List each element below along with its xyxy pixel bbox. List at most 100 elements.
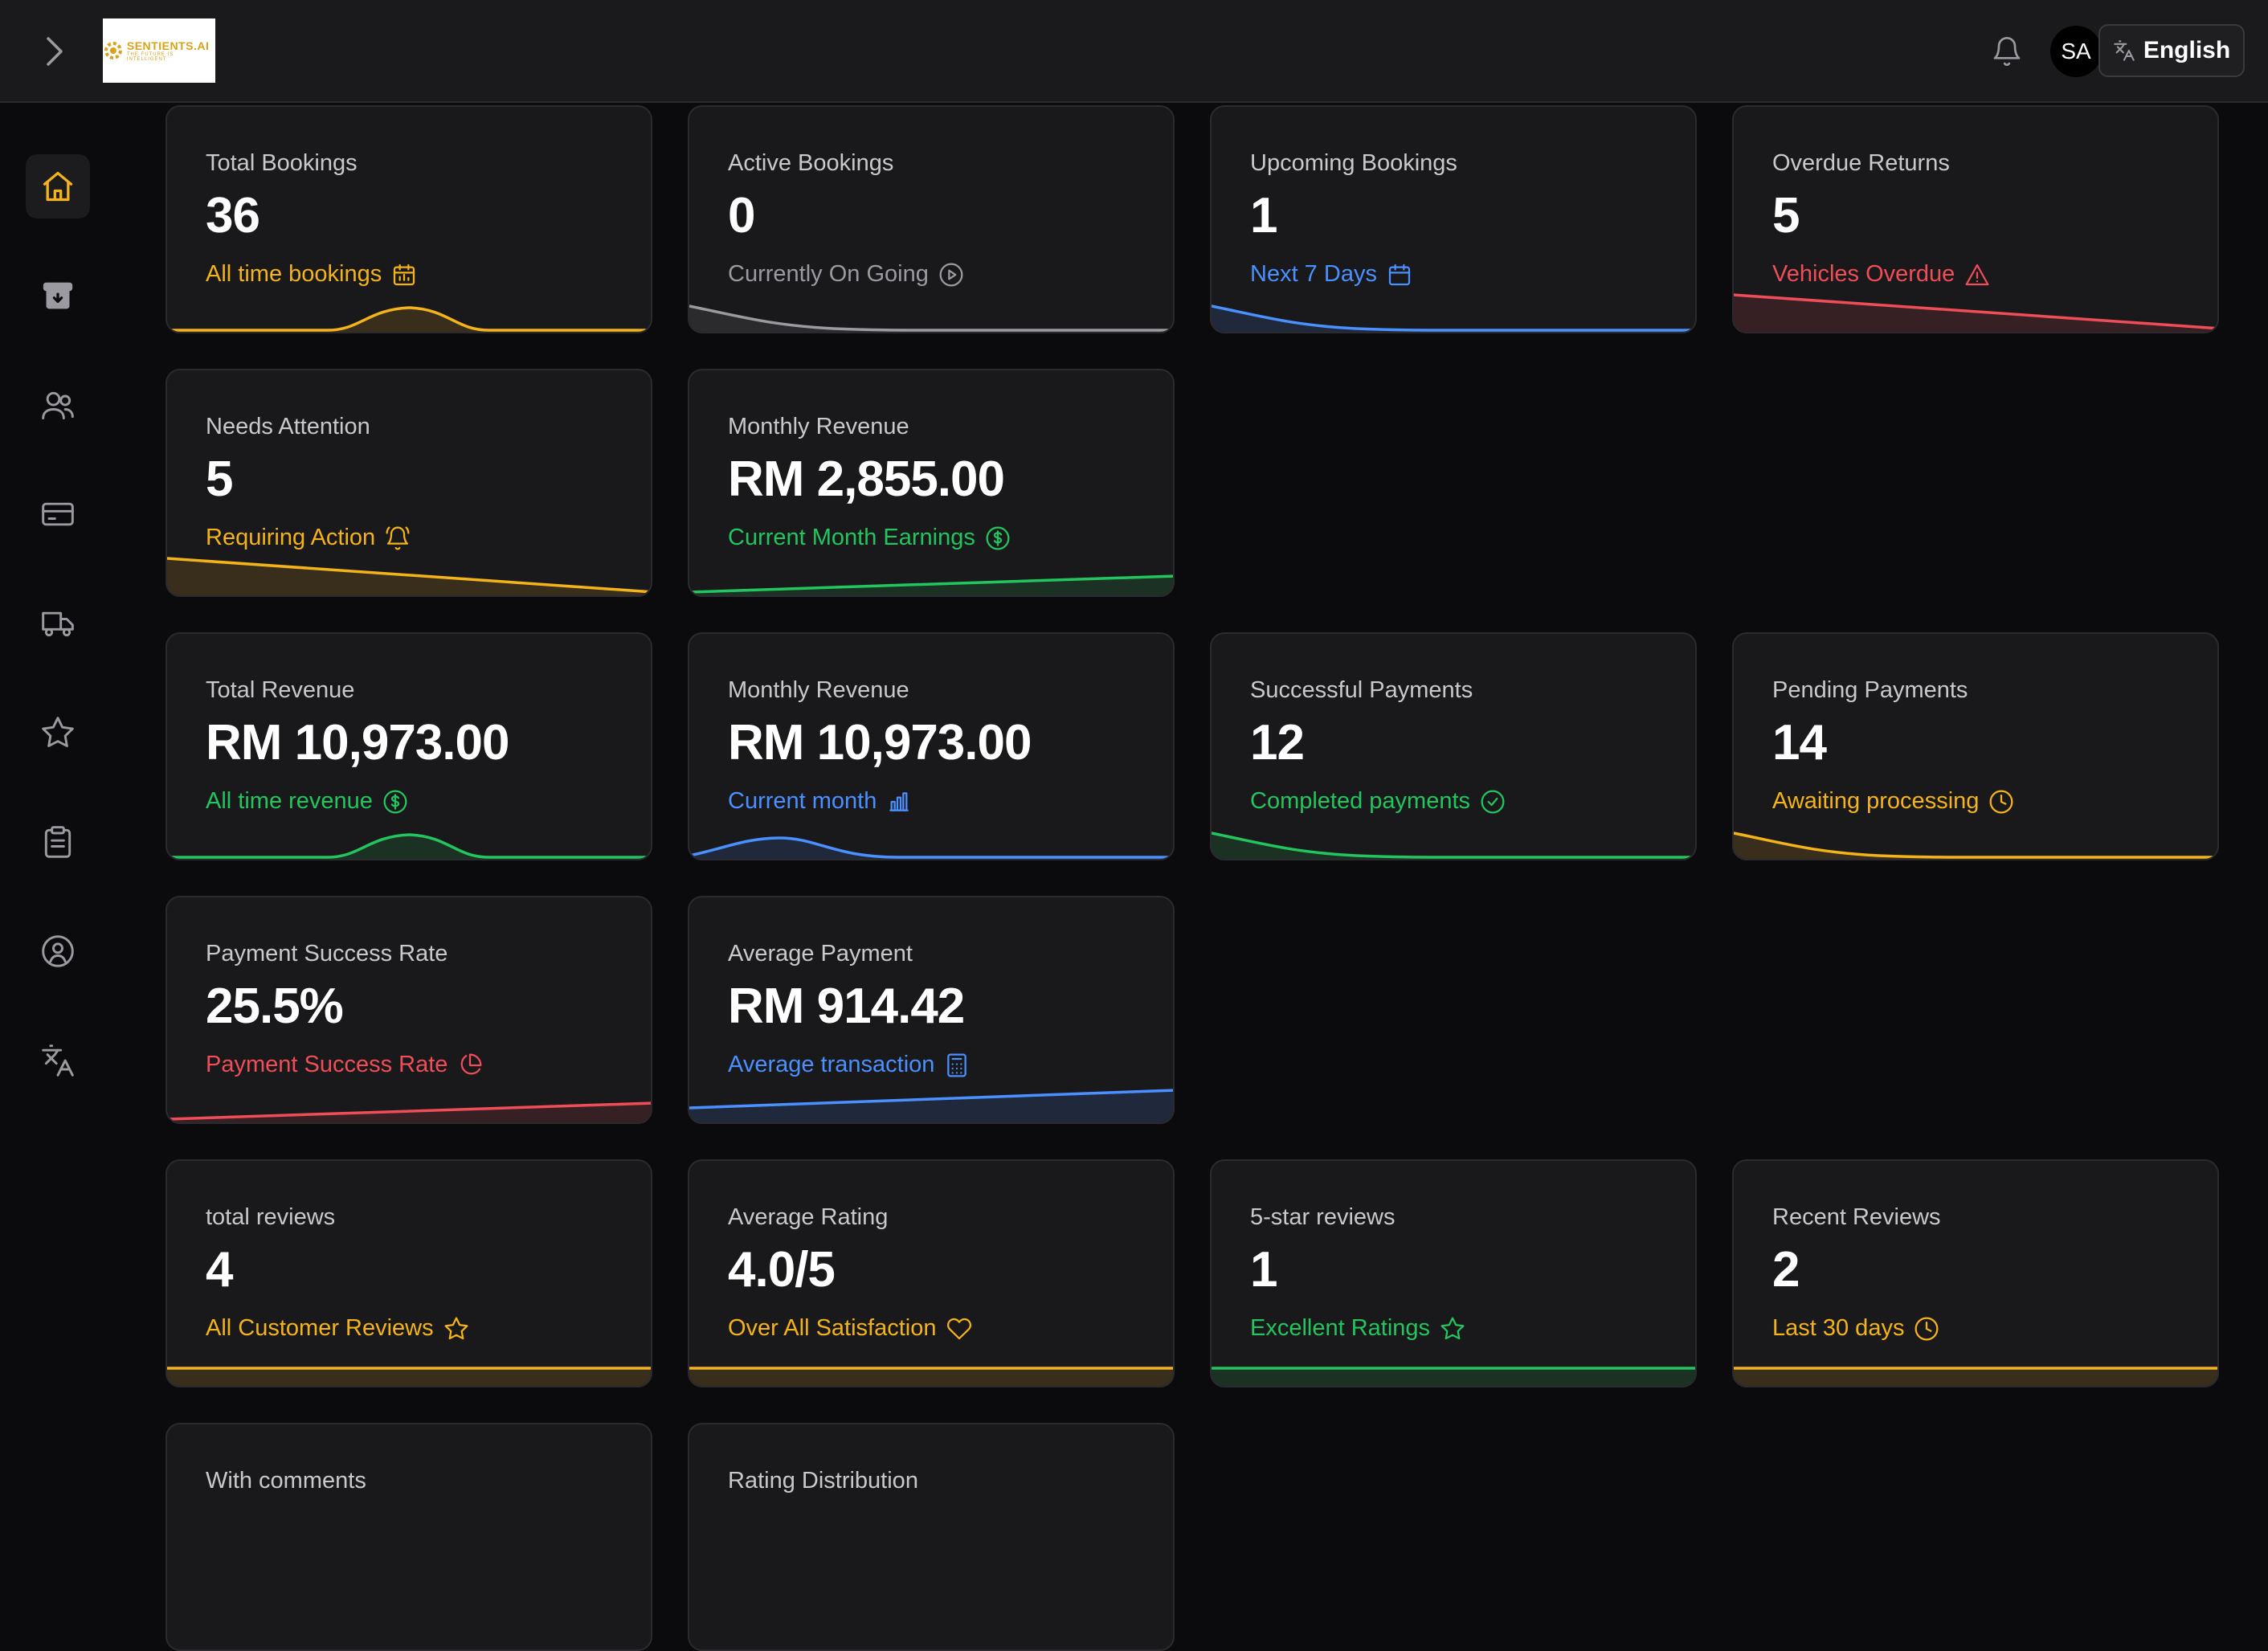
chevron-right-icon [47, 37, 63, 66]
user-circle-icon [42, 935, 74, 967]
stat-card[interactable]: Total Bookings 36 All time bookings [166, 105, 652, 333]
stat-card[interactable]: total reviews 4 All Customer Reviews [166, 1159, 652, 1387]
stat-card[interactable]: Average Rating 4.0/5 Over All Satisfaction [688, 1159, 1175, 1387]
sidebar-item-reviews[interactable] [26, 701, 90, 765]
stat-card-title: Active Bookings [728, 150, 894, 176]
bell-icon [1993, 37, 2021, 66]
clipboard-icon [44, 826, 72, 858]
stat-card[interactable]: Pending Payments 14 Awaiting processing [1732, 632, 2219, 860]
sparkline [167, 1101, 651, 1122]
logo-gear-icon [104, 42, 122, 59]
stat-card[interactable]: Rating Distribution [688, 1423, 1175, 1651]
stat-card[interactable]: Payment Success Rate 25.5% Payment Success… [166, 896, 652, 1124]
stat-card[interactable]: Upcoming Bookings 1 Next 7 Days [1210, 105, 1697, 333]
translate-icon [42, 1044, 74, 1077]
language-switcher-button[interactable]: English [2098, 24, 2245, 77]
stat-card[interactable]: Monthly Revenue RM 2,855.00 Current Month … [688, 369, 1175, 597]
stat-card-value: 5 [1772, 188, 1800, 243]
sparkline-area [689, 838, 1173, 859]
stat-card[interactable]: 5-star reviews 1 Excellent Ratings [1210, 1159, 1697, 1387]
archive-icon [43, 282, 73, 309]
stat-card-value: RM 914.42 [728, 979, 965, 1034]
stat-card[interactable]: Average Payment RM 914.42 Average transact… [688, 896, 1175, 1124]
sparkline [1734, 293, 2217, 332]
language-label: English [2143, 37, 2231, 63]
stat-card-title: Monthly Revenue [728, 414, 909, 439]
stat-card-title: Average Rating [728, 1204, 889, 1230]
stat-card-value: 36 [206, 188, 260, 243]
stat-card-value: 12 [1250, 715, 1305, 770]
stat-card[interactable]: Overdue Returns 5 Vehicles Overdue [1732, 105, 2219, 333]
sidebar-item-home[interactable] [26, 154, 90, 219]
sidebar-item-users[interactable] [26, 373, 90, 437]
stat-card-value: 25.5% [206, 979, 344, 1034]
sparkline-area [167, 835, 651, 859]
stat-card-title: Needs Attention [206, 414, 370, 439]
sparkline [1212, 304, 1695, 332]
stat-card-value: 4.0/5 [728, 1242, 836, 1298]
stat-card-value: 5 [206, 452, 233, 507]
sparkline-area [689, 306, 1173, 332]
stat-card-value: 14 [1772, 715, 1827, 770]
user-avatar[interactable]: SA [2050, 26, 2102, 77]
home-icon [43, 171, 73, 202]
stat-card-value: 1 [1250, 1242, 1277, 1298]
users-icon [42, 391, 74, 419]
truck-icon [42, 611, 74, 637]
stat-card[interactable]: Successful Payments 12 Completed payments [1210, 632, 1697, 860]
stat-card-title: Payment Success Rate [206, 941, 448, 966]
sidebar-item-vehicles[interactable] [26, 591, 90, 656]
sparkline [167, 833, 651, 859]
sparkline [689, 1089, 1173, 1122]
stat-card-value: 1 [1250, 188, 1277, 243]
stat-card[interactable]: Needs Attention 5 Requiring Action [166, 369, 652, 597]
sparkline [167, 557, 651, 595]
stat-card[interactable]: Total Revenue RM 10,973.00 All time revenu… [166, 632, 652, 860]
stat-card-title: total reviews [206, 1204, 336, 1230]
stat-card-title: Successful Payments [1250, 677, 1473, 703]
sparkline-area [167, 308, 651, 332]
stat-card[interactable]: Recent Reviews 2 Last 30 days [1732, 1159, 2219, 1387]
stat-card-value: 2 [1772, 1242, 1800, 1298]
stat-card[interactable]: With comments [166, 1423, 652, 1651]
stat-card[interactable]: Monthly Revenue RM 10,973.00 Current month [688, 632, 1175, 860]
top-bar: SENTIENTS.AI THE FUTURE IS INTELLIGENT S… [0, 0, 2268, 103]
sparkline [167, 1367, 651, 1386]
stat-card-title: Pending Payments [1772, 677, 1968, 703]
stat-card-value: RM 10,973.00 [728, 715, 1032, 770]
stat-card-title: Overdue Returns [1772, 150, 1950, 176]
stat-card-title: Total Revenue [206, 677, 355, 703]
sidebar-expand-button[interactable] [35, 32, 74, 71]
stat-card-title: Monthly Revenue [728, 677, 909, 703]
notifications-button[interactable] [1988, 32, 2026, 71]
credit-card-icon [42, 502, 74, 526]
stat-card-title: Average Payment [728, 941, 913, 966]
sparkline-area [1212, 833, 1695, 859]
sparkline [1212, 1367, 1695, 1386]
sidebar-item-archive[interactable] [26, 264, 90, 328]
sparkline [167, 306, 651, 332]
sparkline-area [1212, 1368, 1695, 1386]
stat-card[interactable]: Active Bookings 0 Currently On Going [688, 105, 1175, 333]
stat-card-value: 0 [728, 188, 755, 243]
sparkline [689, 574, 1173, 595]
sidebar-item-language[interactable] [26, 1028, 90, 1093]
star-icon [42, 717, 74, 747]
sparkline [689, 1367, 1173, 1386]
stat-card-title: 5-star reviews [1250, 1204, 1396, 1230]
sidebar-item-profile[interactable] [26, 919, 90, 983]
sidebar-item-payments[interactable] [26, 482, 90, 546]
stat-card-value: 4 [206, 1242, 233, 1298]
sparkline-area [1212, 306, 1695, 332]
sparkline-area [1734, 1368, 2217, 1386]
sidebar [0, 103, 116, 1489]
sparkline-area [167, 1368, 651, 1386]
stat-card-value: RM 10,973.00 [206, 715, 509, 770]
sparkline-area [1734, 833, 2217, 859]
app-logo[interactable]: SENTIENTS.AI THE FUTURE IS INTELLIGENT [103, 18, 215, 83]
stat-card-title: With comments [206, 1468, 366, 1494]
translate-icon [2114, 40, 2135, 61]
stat-card-title: Rating Distribution [728, 1468, 918, 1494]
stat-card-value: RM 2,855.00 [728, 452, 1005, 507]
sidebar-item-reports[interactable] [26, 810, 90, 874]
